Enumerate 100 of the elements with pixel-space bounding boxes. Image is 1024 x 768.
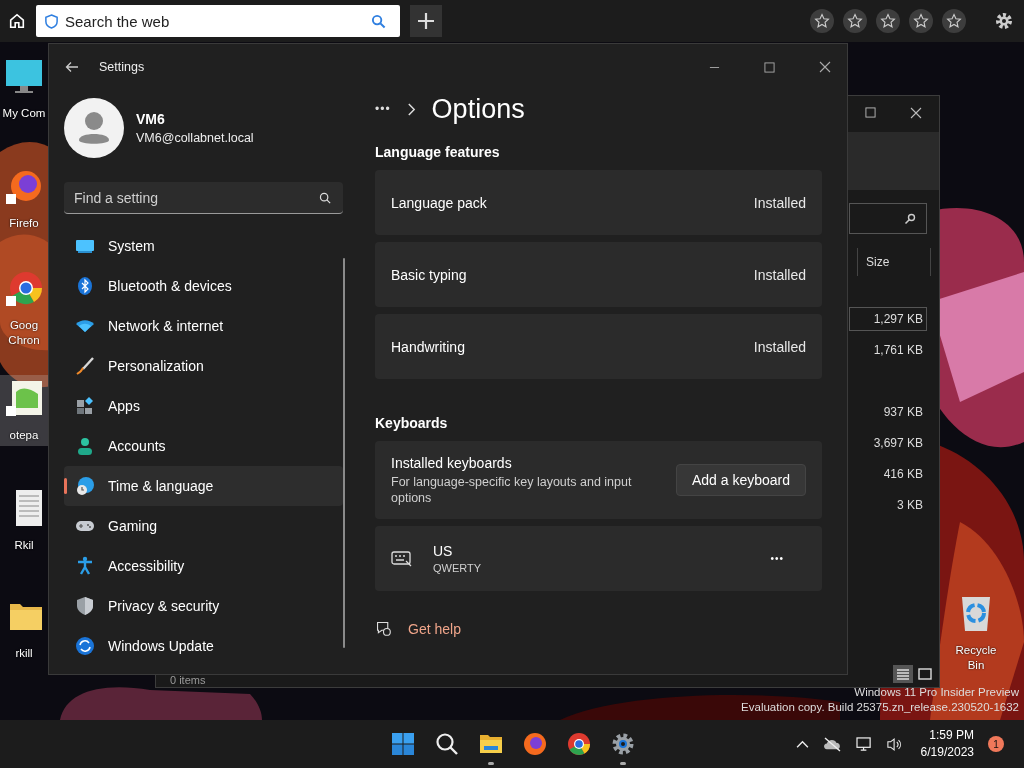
back-arrow-icon[interactable] [65, 61, 79, 73]
maximize-icon[interactable] [764, 61, 775, 73]
shortcut-label: Firefo [8, 216, 40, 231]
window-title: Settings [99, 60, 145, 74]
cloud-off-icon[interactable] [822, 736, 842, 752]
nav-item[interactable]: Personalization [64, 346, 343, 386]
get-help-link[interactable]: Get help [408, 620, 461, 637]
desktop-shortcut[interactable]: rkill [0, 593, 48, 664]
brush-icon [75, 356, 95, 376]
keyboard-layout: QWERTY [433, 562, 483, 574]
watermark-text: Evaluation copy. Build 25375.zn_release.230520-1632 [741, 700, 1019, 715]
favorite-button[interactable] [942, 9, 966, 33]
setting-label: Handwriting [391, 338, 465, 355]
bluetooth-icon [75, 276, 95, 296]
shield-icon [75, 596, 95, 616]
size-cell[interactable]: 416 KB [849, 462, 927, 486]
nav-item[interactable]: Windows Update [64, 626, 343, 666]
desktop-shortcut[interactable]: My Com [0, 53, 48, 124]
globe-icon [523, 732, 547, 756]
shield-icon [44, 14, 59, 29]
column-header[interactable]: Size [857, 248, 931, 276]
chevron-up-icon[interactable] [795, 739, 809, 749]
notification-badge[interactable]: 1 [988, 736, 1004, 752]
wheel-icon [567, 732, 591, 756]
plus-icon [417, 12, 435, 30]
size-cell[interactable]: 3 KB [849, 493, 927, 517]
network-icon[interactable] [855, 736, 873, 752]
windows-logo-icon [391, 732, 415, 756]
nav-item[interactable]: Time & language [64, 466, 343, 506]
chevron-right-icon [406, 102, 416, 116]
nav-item[interactable]: Privacy & security [64, 586, 343, 626]
desktop-shortcut[interactable]: Recycle Bin [942, 590, 1010, 676]
refresh-icon [75, 636, 95, 656]
status-text: Installed [753, 194, 806, 211]
close-icon[interactable] [819, 61, 831, 73]
maximize-icon[interactable] [865, 107, 876, 118]
watermark-text: Windows 11 Pro Insider Preview [854, 685, 1019, 700]
search-icon [319, 192, 331, 204]
favorite-button[interactable] [843, 9, 867, 33]
size-cell[interactable]: 1,297 KB [849, 307, 927, 331]
shortcut-label: My Com [1, 106, 47, 121]
nav-item[interactable]: Gaming [64, 506, 343, 546]
close-icon[interactable] [910, 107, 922, 119]
nav-item[interactable]: Network & internet [64, 306, 343, 346]
running-indicator [488, 762, 494, 765]
setting-label: Language pack [391, 194, 487, 211]
new-tab-button[interactable] [410, 5, 442, 37]
shortcut-label: Goog Chron [7, 318, 41, 348]
speaker-icon[interactable] [886, 736, 903, 752]
size-cell[interactable]: 3,697 KB [849, 431, 927, 455]
shortcut-label: rkill [14, 646, 34, 661]
nav-item[interactable]: Accessibility [64, 546, 343, 586]
details-view-button[interactable] [893, 664, 913, 683]
size-cell[interactable]: 1,761 KB [849, 338, 927, 362]
setting-label: Installed keyboards [391, 454, 513, 471]
notepad-icon [4, 378, 44, 418]
keyboard-icon [391, 548, 413, 569]
search-field[interactable] [849, 203, 927, 234]
scrollbar[interactable] [343, 258, 345, 648]
setting-description: For language-specific key layouts and input options [391, 473, 633, 506]
settings-icon[interactable] [994, 11, 1014, 31]
favorite-button[interactable] [810, 9, 834, 33]
favorite-button[interactable] [909, 9, 933, 33]
add-keyboard-button[interactable]: Add a keyboard [675, 464, 806, 496]
desktop-shortcut[interactable]: Firefo [0, 163, 48, 234]
desktop-shortcut[interactable]: Rkil [0, 485, 48, 556]
user-email: VM6@collabnet.local [136, 131, 254, 145]
folder-icon [478, 732, 504, 756]
avatar-icon[interactable] [64, 98, 124, 158]
size-cell[interactable]: 937 KB [849, 400, 927, 424]
search-icon [435, 732, 459, 756]
clock-time: 1:59 PM [929, 727, 974, 744]
favorite-button[interactable] [876, 9, 900, 33]
nav-item[interactable]: Bluetooth & devices [64, 266, 343, 306]
clock[interactable]: 1:59 PM 6/19/2023 [920, 727, 974, 761]
search-field[interactable]: Search the web [36, 5, 400, 37]
user-name: VM6 [136, 111, 166, 127]
globe-clock-icon [75, 476, 95, 496]
shortcut-label: Recycle Bin [954, 643, 998, 673]
accessibility-icon [75, 556, 95, 576]
search-field[interactable]: Find a setting [64, 182, 343, 214]
breadcrumb-more[interactable]: ••• [375, 102, 391, 116]
person-icon [75, 436, 95, 456]
setting-label: Basic typing [391, 266, 467, 283]
search-icon [904, 212, 916, 225]
search-icon[interactable] [371, 14, 386, 29]
shortcut-label: otepa [8, 428, 40, 443]
shortcut-label: Rkil [13, 538, 35, 553]
home-icon[interactable] [8, 12, 26, 30]
nav-item[interactable]: System [64, 226, 343, 266]
status-text: Installed [753, 338, 806, 355]
page-title: Options [431, 93, 525, 125]
section-heading: Keyboards [375, 415, 449, 431]
apps-icon [75, 396, 95, 416]
gear-icon [611, 732, 635, 756]
running-indicator [620, 762, 626, 765]
more-options-button[interactable]: ••• [760, 549, 794, 568]
nav-item[interactable]: Apps [64, 386, 343, 426]
desktop-shortcut[interactable]: otepa [0, 375, 48, 446]
nav-item[interactable]: Accounts [64, 426, 343, 466]
